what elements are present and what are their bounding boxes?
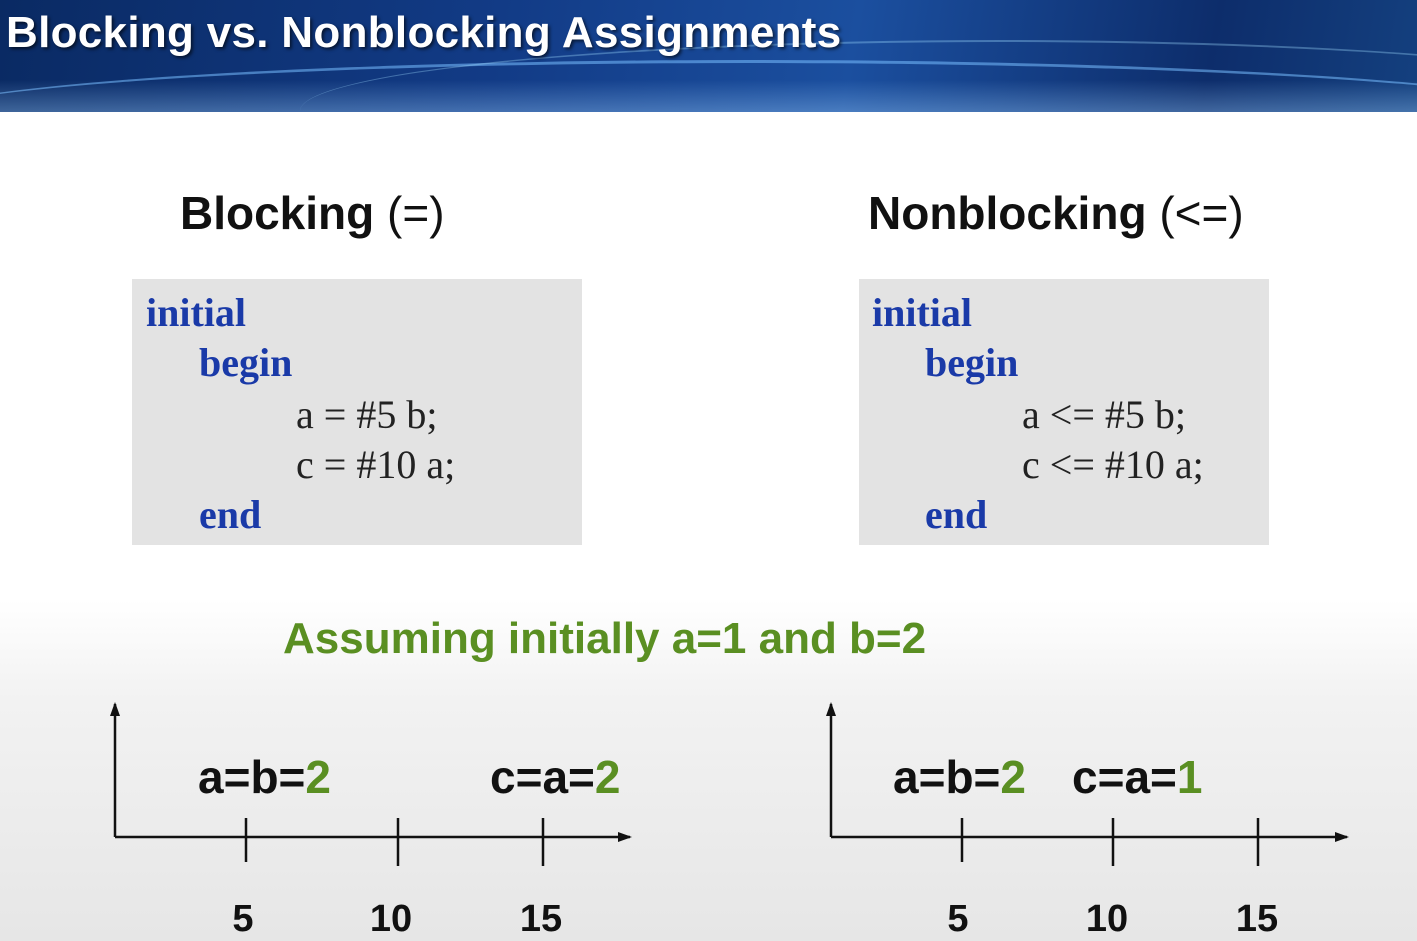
event-value: 1 bbox=[1176, 751, 1203, 803]
event-expression: c=a= bbox=[490, 751, 595, 803]
nonblocking-tick-label: 5 bbox=[947, 898, 969, 940]
nonblocking-tick-label: 15 bbox=[1235, 898, 1279, 940]
event-value: 2 bbox=[594, 751, 621, 803]
blocking-tick-label: 5 bbox=[232, 898, 254, 940]
blocking-event: c=a=2 bbox=[490, 750, 621, 804]
blocking-event: a=b=2 bbox=[198, 750, 331, 804]
nonblocking-event: c=a=1 bbox=[1072, 750, 1203, 804]
blocking-tick-label: 15 bbox=[519, 898, 563, 940]
event-expression: a=b= bbox=[198, 751, 306, 803]
nonblocking-event: a=b=2 bbox=[893, 750, 1026, 804]
event-value: 2 bbox=[1000, 751, 1027, 803]
event-value: 2 bbox=[305, 751, 332, 803]
event-expression: a=b= bbox=[893, 751, 1001, 803]
event-expression: c=a= bbox=[1072, 751, 1177, 803]
blocking-tick-label: 10 bbox=[369, 898, 413, 940]
nonblocking-tick-label: 10 bbox=[1085, 898, 1129, 940]
